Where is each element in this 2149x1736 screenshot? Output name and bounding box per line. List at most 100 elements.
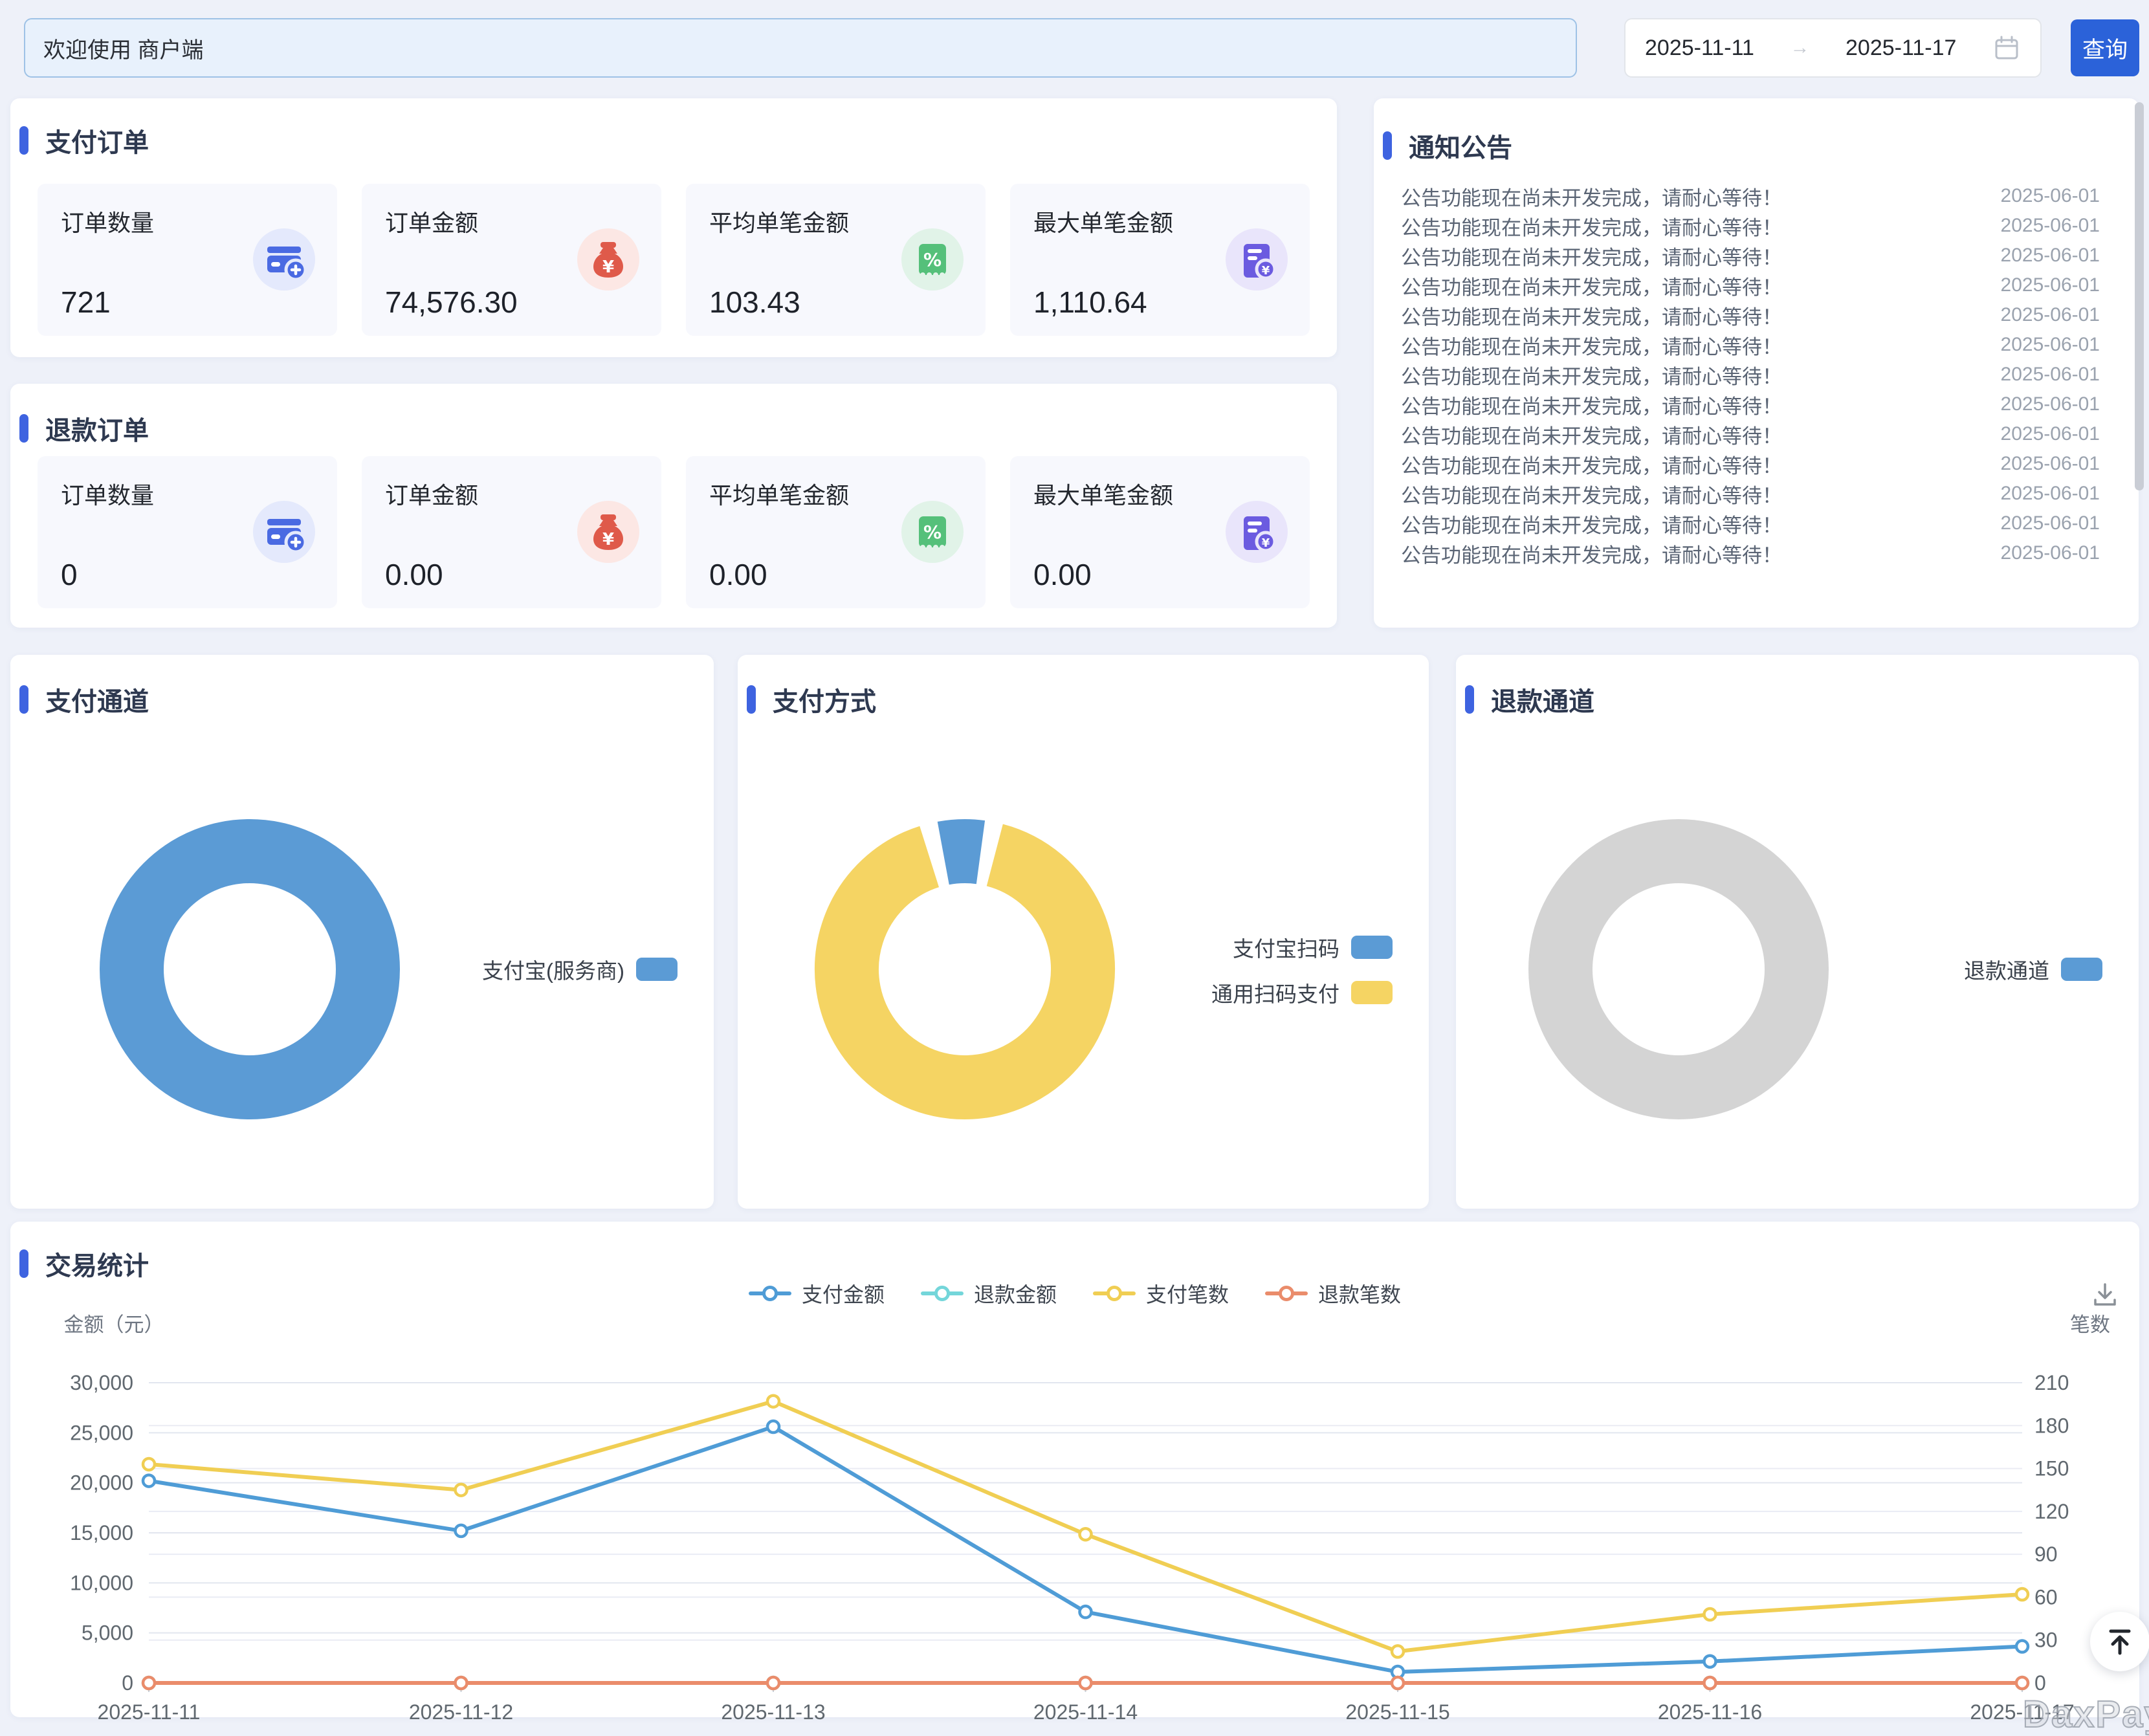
notice-list-item[interactable]: 公告功能现在尚未开发完成，请耐心等待！ 2025-06-01 (1401, 241, 2115, 270)
stat-card: 订单金额 74,576.30 ¥ (362, 184, 661, 336)
stat-value: 0 (61, 557, 78, 592)
transaction-line-chart: 金额（元）笔数05,00010,00015,00020,00025,00030,… (10, 1306, 2139, 1726)
page-scrollbar-thumb[interactable] (2135, 102, 2144, 490)
series-line-支付金额 (149, 1427, 2022, 1672)
legend-label: 退款通道 (1964, 954, 2049, 985)
data-point[interactable] (767, 1677, 779, 1689)
stat-card: 平均单笔金额 103.43 % (686, 184, 986, 336)
percent-icon: % (901, 501, 964, 563)
stat-value: 103.43 (709, 285, 800, 320)
legend-swatch (1351, 936, 1393, 959)
svg-text:%: % (923, 249, 942, 270)
svg-text:¥: ¥ (1262, 536, 1270, 550)
right-axis-tick: 210 (2034, 1371, 2069, 1394)
legend-item[interactable]: 支付宝扫码 (1211, 929, 1393, 965)
legend-item[interactable]: 支付笔数 (1093, 1279, 1229, 1308)
line-legend-marker (1265, 1285, 1308, 1302)
left-axis-tick: 20,000 (70, 1471, 133, 1495)
data-point[interactable] (2016, 1588, 2028, 1600)
data-point[interactable] (1080, 1528, 1092, 1540)
notice-date: 2025-06-01 (2001, 245, 2115, 267)
data-point[interactable] (143, 1458, 155, 1470)
data-point[interactable] (1704, 1677, 1716, 1689)
invoice-yen-icon: ¥ (1226, 228, 1288, 291)
notice-list-item[interactable]: 公告功能现在尚未开发完成，请耐心等待！ 2025-06-01 (1401, 479, 2115, 509)
data-point[interactable] (2016, 1677, 2028, 1689)
query-button[interactable]: 查询 (2071, 19, 2139, 76)
stat-icon-circle: % (901, 501, 964, 563)
notices-title: 通知公告 (1387, 127, 1512, 164)
data-point[interactable] (143, 1677, 155, 1689)
data-point[interactable] (2016, 1641, 2028, 1653)
notice-list-item[interactable]: 公告功能现在尚未开发完成，请耐心等待！ 2025-06-01 (1401, 211, 2115, 241)
notice-list-item[interactable]: 公告功能现在尚未开发完成，请耐心等待！ 2025-06-01 (1401, 390, 2115, 419)
data-point[interactable] (767, 1396, 779, 1407)
data-point[interactable] (1080, 1677, 1092, 1689)
data-point[interactable] (143, 1475, 155, 1487)
data-point[interactable] (1392, 1677, 1404, 1689)
notice-date: 2025-06-01 (2001, 304, 2115, 326)
date-start-value[interactable]: 2025-11-11 (1645, 36, 1754, 61)
notice-list-item[interactable]: 公告功能现在尚未开发完成，请耐心等待！ 2025-06-01 (1401, 449, 2115, 479)
notice-date: 2025-06-01 (2001, 185, 2115, 207)
notice-text: 公告功能现在尚未开发完成，请耐心等待！ (1401, 450, 1782, 479)
data-point[interactable] (767, 1421, 779, 1433)
x-axis-tick: 2025-11-13 (721, 1700, 825, 1724)
legend-item[interactable]: 通用扫码支付 (1211, 974, 1393, 1011)
title-accent-bar (1383, 131, 1392, 160)
notice-list-item[interactable]: 公告功能现在尚未开发完成，请耐心等待！ 2025-06-01 (1401, 538, 2115, 568)
back-to-top-icon (2103, 1625, 2137, 1658)
notice-list-item[interactable]: 公告功能现在尚未开发完成，请耐心等待！ 2025-06-01 (1401, 330, 2115, 360)
payment-orders-title: 支付订单 (23, 122, 149, 159)
notice-list-item[interactable]: 公告功能现在尚未开发完成，请耐心等待！ 2025-06-01 (1401, 270, 2115, 300)
daxpay-watermark: DaxPay (2023, 1693, 2149, 1736)
stat-icon-circle: % (901, 228, 964, 291)
data-point[interactable] (456, 1484, 467, 1496)
legend-item[interactable]: 支付金额 (749, 1279, 885, 1308)
legend-item[interactable]: 退款笔数 (1265, 1279, 1401, 1308)
welcome-banner: 欢迎使用 商户端 (24, 18, 1577, 78)
notice-list-item[interactable]: 公告功能现在尚未开发完成，请耐心等待！ 2025-06-01 (1401, 419, 2115, 449)
data-point[interactable] (1704, 1609, 1716, 1620)
legend-item[interactable]: 退款金额 (921, 1279, 1057, 1308)
legend-label: 退款笔数 (1318, 1279, 1401, 1308)
chart-legend: 支付金额 退款金额 支付笔数 退款笔数 (10, 1279, 2139, 1308)
date-range-picker[interactable]: 2025-11-11 → 2025-11-17 (1624, 18, 2042, 78)
back-to-top-button[interactable] (2090, 1612, 2149, 1671)
legend-label: 通用扫码支付 (1211, 977, 1339, 1008)
donut-legend: 支付宝(服务商) (482, 951, 678, 987)
percent-icon: % (901, 228, 964, 291)
x-axis-tick: 2025-11-11 (98, 1700, 201, 1724)
notice-list-item[interactable]: 公告功能现在尚未开发完成，请耐心等待！ 2025-06-01 (1401, 360, 2115, 390)
right-axis-tick: 150 (2034, 1457, 2069, 1480)
data-point[interactable] (1080, 1606, 1092, 1618)
stat-value: 74,576.30 (385, 285, 518, 320)
data-point[interactable] (456, 1525, 467, 1537)
transaction-stats-card: 交易统计 支付金额 退款金额 支付笔数 退款笔数 金额（元）笔数05,00010… (10, 1222, 2139, 1717)
stat-icon-circle (253, 228, 315, 291)
range-arrow-icon: → (1790, 37, 1809, 59)
refund-orders-card: 退款订单 订单数量 0 订单金额 0.00 ¥ 平均单笔金额 0.00 % 最大… (10, 384, 1337, 628)
calendar-icon[interactable] (1992, 34, 2021, 62)
payment-channel-card: 支付通道 支付宝(服务商) (10, 655, 714, 1209)
left-axis-tick: 10,000 (70, 1571, 133, 1594)
legend-item[interactable]: 退款通道 (1964, 951, 2102, 987)
x-axis-tick: 2025-11-16 (1658, 1700, 1762, 1724)
stat-card: 订单金额 0.00 ¥ (362, 456, 661, 608)
stat-label: 订单数量 (61, 204, 154, 238)
notice-date: 2025-06-01 (2001, 215, 2115, 237)
stat-icon-circle: ¥ (1226, 228, 1288, 291)
notice-list-item[interactable]: 公告功能现在尚未开发完成，请耐心等待！ 2025-06-01 (1401, 509, 2115, 538)
date-end-value[interactable]: 2025-11-17 (1846, 36, 1956, 61)
data-point[interactable] (1392, 1645, 1404, 1657)
svg-text:¥: ¥ (602, 530, 614, 549)
data-point[interactable] (1704, 1656, 1716, 1667)
payment-stats-row: 订单数量 721 订单金额 74,576.30 ¥ 平均单笔金额 103.43 … (38, 184, 1310, 336)
section-title-text: 支付方式 (773, 681, 876, 718)
notice-date: 2025-06-01 (2001, 453, 2115, 475)
right-axis-tick: 0 (2034, 1671, 2046, 1695)
notice-list-item[interactable]: 公告功能现在尚未开发完成，请耐心等待！ 2025-06-01 (1401, 181, 2115, 211)
notice-list-item[interactable]: 公告功能现在尚未开发完成，请耐心等待！ 2025-06-01 (1401, 300, 2115, 330)
data-point[interactable] (456, 1677, 467, 1689)
legend-item[interactable]: 支付宝(服务商) (482, 951, 678, 987)
